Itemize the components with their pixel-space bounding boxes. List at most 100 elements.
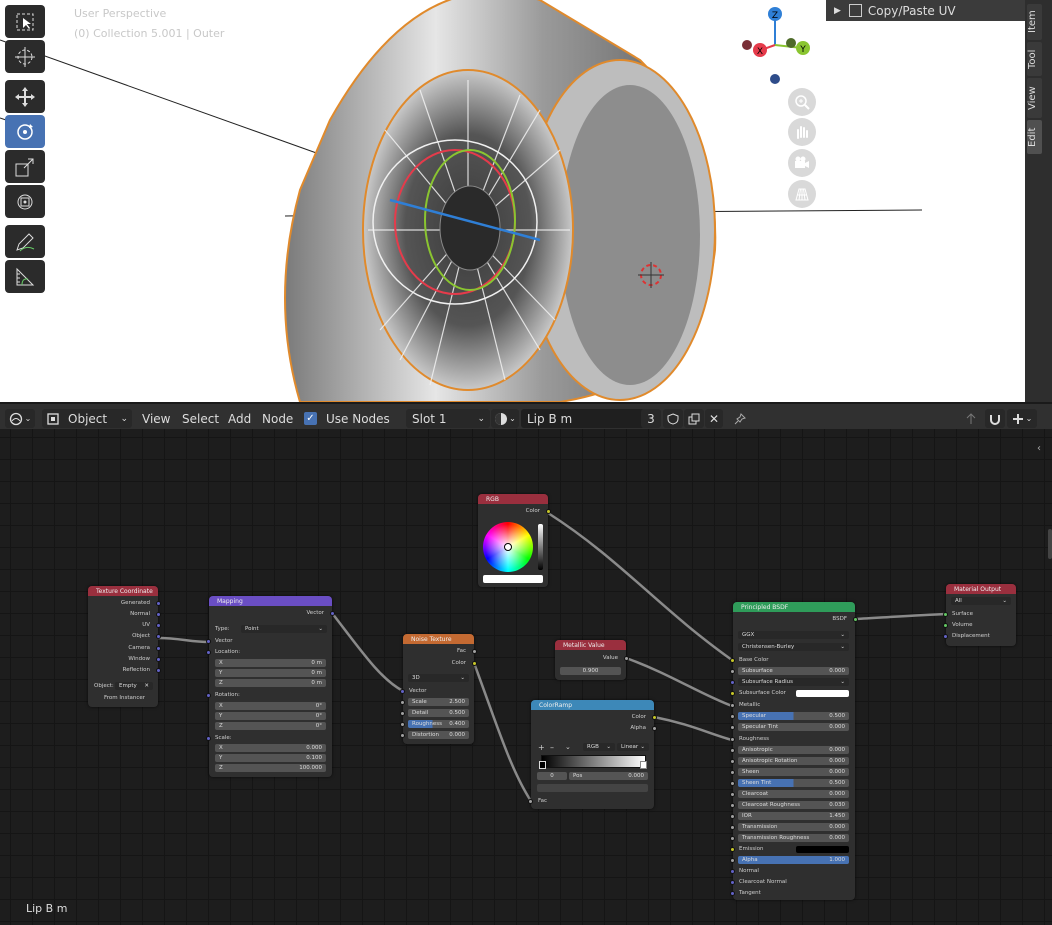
input-socket[interactable]: [206, 639, 211, 644]
node-header[interactable]: Principled BSDF: [733, 602, 855, 612]
clearcoat-field[interactable]: Clearcoat 0.000: [738, 790, 849, 798]
anisotropic-rotation-field[interactable]: Anisotropic Rotation 0.000: [738, 757, 849, 765]
node-header[interactable]: Material Output: [946, 584, 1016, 594]
transmission-field[interactable]: Transmission 0.000: [738, 823, 849, 831]
emission-color-swatch[interactable]: [796, 846, 849, 853]
subsurface-color-swatch[interactable]: [796, 690, 849, 697]
pin-button[interactable]: [732, 409, 748, 428]
snap-mode-dropdown[interactable]: ⌄: [1007, 409, 1037, 428]
use-nodes-toggle[interactable]: ✓ Use Nodes: [304, 409, 390, 428]
transmission-roughness-field[interactable]: Transmission Roughness 0.000: [738, 834, 849, 842]
detail-field[interactable]: Detail 0.500: [408, 709, 469, 717]
node-noise-texture[interactable]: Noise Texture Fac Color 3D ⌄ Vector Scale…: [400, 634, 477, 744]
menu-node[interactable]: Node: [262, 409, 293, 428]
color-stop-white[interactable]: [640, 761, 647, 769]
cursor-tool[interactable]: [5, 40, 45, 73]
input-socket[interactable]: [206, 736, 211, 741]
chevron-left-icon[interactable]: ‹: [1037, 443, 1041, 454]
unlink-material-button[interactable]: ✕: [705, 409, 723, 428]
zoom-button[interactable]: [788, 88, 816, 116]
ortho-toggle-button[interactable]: [788, 180, 816, 208]
output-socket[interactable]: [652, 715, 657, 720]
output-socket[interactable]: [624, 656, 629, 661]
location-y-field[interactable]: Y0 m: [215, 669, 326, 677]
stop-position-field[interactable]: Pos 0.000: [569, 772, 648, 780]
target-dropdown[interactable]: All ⌄: [951, 597, 1011, 605]
output-socket[interactable]: [156, 646, 161, 651]
input-socket[interactable]: [400, 711, 405, 716]
snap-toggle[interactable]: [985, 409, 1005, 428]
value-slider[interactable]: [538, 524, 543, 570]
color-wheel-cursor[interactable]: [504, 543, 512, 551]
color-mode-dropdown[interactable]: RGB ⌄: [583, 743, 615, 751]
specular-tint-field[interactable]: Specular Tint 0.000: [738, 723, 849, 731]
slot-dropdown[interactable]: Slot 1 ⌄: [406, 409, 490, 428]
material-user-count[interactable]: 3: [641, 409, 661, 428]
distortion-field[interactable]: Distortion 0.000: [408, 731, 469, 739]
input-socket[interactable]: [730, 680, 735, 685]
input-socket[interactable]: [730, 814, 735, 819]
menu-view[interactable]: View: [142, 409, 170, 428]
input-socket[interactable]: [206, 693, 211, 698]
tab-edit[interactable]: Edit: [1027, 120, 1042, 154]
material-name-field[interactable]: Lip B m: [521, 409, 645, 428]
input-socket[interactable]: [730, 803, 735, 808]
node-colorramp[interactable]: ColorRamp Color Alpha + – ⌄ RGB ⌄ Linear ⌄…: [528, 700, 657, 809]
scale-tool[interactable]: [5, 150, 45, 183]
node-header[interactable]: Texture Coordinate: [88, 586, 158, 596]
output-socket[interactable]: [156, 601, 161, 606]
sheen-tint-field[interactable]: Sheen Tint 0.500: [738, 779, 849, 787]
type-dropdown[interactable]: Point ⌄: [241, 625, 327, 633]
select-box-tool[interactable]: [5, 5, 45, 38]
tab-view[interactable]: View: [1027, 78, 1042, 118]
node-metallic-value[interactable]: Metallic Value Value 0.900: [555, 640, 629, 680]
scale-field[interactable]: Scale 2.500: [408, 698, 469, 706]
input-socket[interactable]: [730, 658, 735, 663]
output-socket[interactable]: [546, 509, 551, 514]
stop-color-swatch[interactable]: [537, 784, 648, 792]
node-header[interactable]: Metallic Value: [555, 640, 626, 650]
input-socket[interactable]: [730, 770, 735, 775]
input-socket[interactable]: [730, 880, 735, 885]
input-socket[interactable]: [400, 733, 405, 738]
color-swatch[interactable]: [483, 575, 543, 583]
input-socket[interactable]: [730, 714, 735, 719]
dimensions-dropdown[interactable]: 3D ⌄: [408, 674, 469, 682]
object-field[interactable]: Empty ✕: [115, 682, 153, 690]
input-socket[interactable]: [730, 691, 735, 696]
copy-paste-uv-panel[interactable]: ▶ Copy/Paste UV: [826, 0, 1025, 21]
transform-tool[interactable]: [5, 185, 45, 218]
subsurface-radius-field[interactable]: Subsurface Radius ⌄: [738, 678, 849, 686]
node-material-output[interactable]: Material Output All ⌄ Surface Volume Disp…: [943, 584, 1016, 646]
scale-x-field[interactable]: X 0.000: [215, 744, 326, 752]
input-socket[interactable]: [730, 781, 735, 786]
node-header[interactable]: Mapping: [209, 596, 332, 606]
node-header[interactable]: ColorRamp: [531, 700, 654, 710]
node-canvas[interactable]: Texture Coordinate Generated Normal UV O…: [0, 429, 1052, 925]
output-socket[interactable]: [156, 623, 161, 628]
output-socket[interactable]: [156, 634, 161, 639]
scale-z-field[interactable]: Z 100.000: [215, 764, 326, 772]
stop-index-field[interactable]: 0: [537, 772, 567, 780]
specular-field[interactable]: Specular 0.500: [738, 712, 849, 720]
material-browse-button[interactable]: ⌄: [491, 409, 519, 428]
input-socket[interactable]: [943, 623, 948, 628]
subsurface-method-dropdown[interactable]: Christensen-Burley ⌄: [738, 643, 849, 651]
tab-tool[interactable]: Tool: [1027, 42, 1042, 76]
scale-y-field[interactable]: Y 0.100: [215, 754, 326, 762]
alpha-field[interactable]: Alpha 1.000: [738, 856, 849, 864]
node-header[interactable]: Noise Texture: [403, 634, 474, 644]
output-socket[interactable]: [652, 726, 657, 731]
parent-node-tree-button[interactable]: [962, 409, 980, 428]
rotation-x-field[interactable]: X 0°: [215, 702, 326, 710]
input-socket[interactable]: [730, 891, 735, 896]
menu-select[interactable]: Select: [182, 409, 219, 428]
node-header[interactable]: RGB: [478, 494, 548, 504]
rotate-tool[interactable]: [5, 115, 45, 148]
duplicate-material-button[interactable]: [684, 409, 704, 428]
annotate-tool[interactable]: [5, 225, 45, 258]
sheen-field[interactable]: Sheen 0.000: [738, 768, 849, 776]
input-socket[interactable]: [730, 792, 735, 797]
output-socket[interactable]: [156, 668, 161, 673]
output-socket[interactable]: [156, 657, 161, 662]
